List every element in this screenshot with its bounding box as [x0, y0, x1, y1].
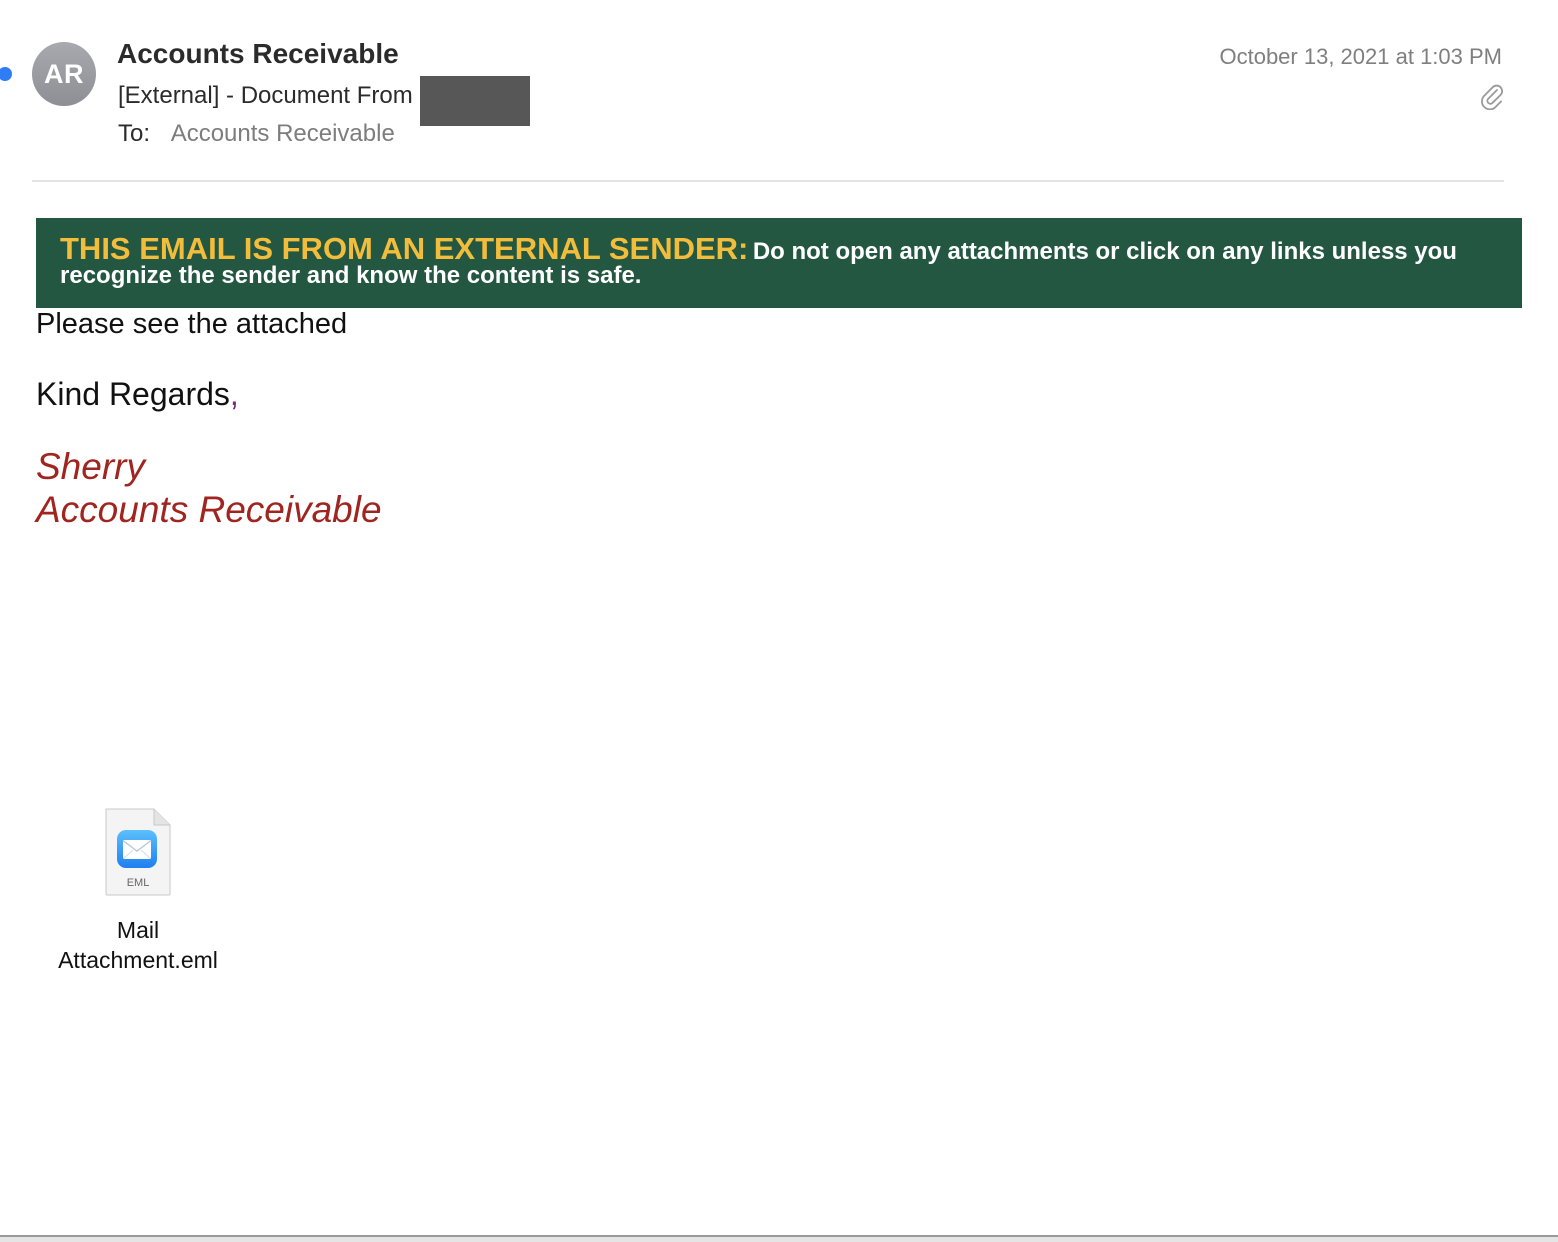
- to-label: To:: [118, 120, 151, 147]
- eml-file-icon: EML: [105, 808, 171, 896]
- external-sender-banner: THIS EMAIL IS FROM AN EXTERNAL SENDER: D…: [36, 218, 1522, 308]
- sender-avatar: AR: [32, 42, 96, 106]
- bottom-toolbar-edge: [0, 1235, 1558, 1242]
- attachment-filename: Mail Attachment.eml: [58, 917, 218, 973]
- paperclip-icon: [1481, 84, 1503, 110]
- avatar-initials: AR: [44, 58, 84, 89]
- banner-warning-lead: THIS EMAIL IS FROM AN EXTERNAL SENDER:: [60, 231, 749, 266]
- message-date: October 13, 2021 at 1:03 PM: [1219, 44, 1502, 69]
- attachment-item[interactable]: EML Mail Attachment.eml: [38, 808, 238, 975]
- sender-name[interactable]: Accounts Receivable: [117, 38, 399, 70]
- redacted-block: [419, 76, 530, 126]
- recipient-row: To: Accounts Receivable: [118, 118, 395, 150]
- signature-department: Accounts Receivable: [36, 489, 382, 530]
- body-closing: Kind Regards,: [36, 376, 239, 413]
- closing-text: Kind Regards: [36, 376, 230, 412]
- signature-name: Sherry: [36, 446, 145, 487]
- body-greeting: Please see the attached: [36, 308, 348, 340]
- mail-message-view: AR Accounts Receivable [External] - Docu…: [0, 0, 1558, 1242]
- recipient-name[interactable]: Accounts Receivable: [171, 120, 395, 147]
- file-type-label: EML: [127, 877, 150, 889]
- closing-comma: ,: [229, 376, 239, 412]
- clipped-text-line: ​: [36, 778, 211, 802]
- subject: [External] - Document From: [118, 82, 413, 109]
- header-divider: [32, 180, 1504, 182]
- unread-indicator: [0, 67, 12, 81]
